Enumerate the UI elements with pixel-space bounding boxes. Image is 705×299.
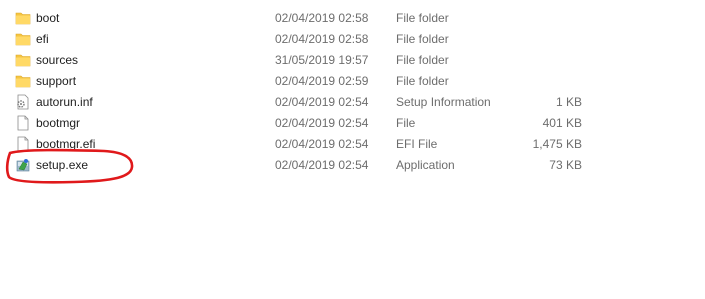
file-size: 1,475 KB bbox=[532, 137, 582, 151]
file-date-modified: 02/04/2019 02:54 bbox=[275, 116, 369, 130]
file-name: efi bbox=[36, 32, 49, 46]
file-row-setup-exe[interactable]: setup.exe 02/04/2019 02:54 Application 7… bbox=[0, 155, 705, 176]
folder-icon bbox=[15, 71, 33, 92]
file-row-boot[interactable]: boot 02/04/2019 02:58 File folder bbox=[0, 8, 705, 29]
file-type: File bbox=[396, 116, 416, 130]
file-type: File folder bbox=[396, 53, 449, 67]
file-date-modified: 02/04/2019 02:59 bbox=[275, 74, 369, 88]
file-name: bootmgr bbox=[36, 116, 81, 130]
file-icon bbox=[15, 113, 33, 134]
file-size bbox=[520, 8, 582, 29]
file-size bbox=[520, 50, 582, 71]
file-date-modified: 02/04/2019 02:54 bbox=[275, 95, 369, 109]
file-type: File folder bbox=[396, 32, 449, 46]
file-name: support bbox=[36, 74, 77, 88]
folder-icon bbox=[15, 8, 33, 29]
file-row-efi[interactable]: efi 02/04/2019 02:58 File folder bbox=[0, 29, 705, 50]
file-type: EFI File bbox=[396, 137, 438, 151]
file-name: bootmgr.efi bbox=[36, 137, 96, 151]
file-date-modified: 31/05/2019 19:57 bbox=[275, 53, 369, 67]
file-row-autorun[interactable]: autorun.inf 02/04/2019 02:54 Setup Infor… bbox=[0, 92, 705, 113]
file-row-sources[interactable]: sources 31/05/2019 19:57 File folder bbox=[0, 50, 705, 71]
file-name: boot bbox=[36, 11, 60, 25]
file-size: 73 KB bbox=[549, 158, 582, 172]
setup-info-file-icon bbox=[15, 92, 33, 113]
file-size: 1 KB bbox=[555, 95, 582, 109]
setup-exe-icon bbox=[15, 155, 33, 176]
file-row-bootmgr[interactable]: bootmgr 02/04/2019 02:54 File 401 KB bbox=[0, 113, 705, 134]
folder-icon bbox=[15, 29, 33, 50]
file-name: sources bbox=[36, 53, 79, 67]
file-row-bootmgr-efi[interactable]: bootmgr.efi 02/04/2019 02:54 EFI File 1,… bbox=[0, 134, 705, 155]
file-size: 401 KB bbox=[542, 116, 582, 130]
file-date-modified: 02/04/2019 02:58 bbox=[275, 32, 369, 46]
file-type: File folder bbox=[396, 11, 449, 25]
file-date-modified: 02/04/2019 02:58 bbox=[275, 11, 369, 25]
file-date-modified: 02/04/2019 02:54 bbox=[275, 158, 369, 172]
file-type: Application bbox=[396, 158, 455, 172]
file-row-support[interactable]: support 02/04/2019 02:59 File folder bbox=[0, 71, 705, 92]
folder-icon bbox=[15, 50, 33, 71]
file-size bbox=[520, 71, 582, 92]
file-name: autorun.inf bbox=[36, 95, 93, 109]
file-date-modified: 02/04/2019 02:54 bbox=[275, 137, 369, 151]
file-size bbox=[520, 29, 582, 50]
file-type: Setup Information bbox=[396, 95, 491, 109]
file-name: setup.exe bbox=[36, 158, 89, 172]
file-type: File folder bbox=[396, 74, 449, 88]
file-icon bbox=[15, 134, 33, 155]
file-list: boot 02/04/2019 02:58 File folder efi 02… bbox=[0, 8, 705, 176]
